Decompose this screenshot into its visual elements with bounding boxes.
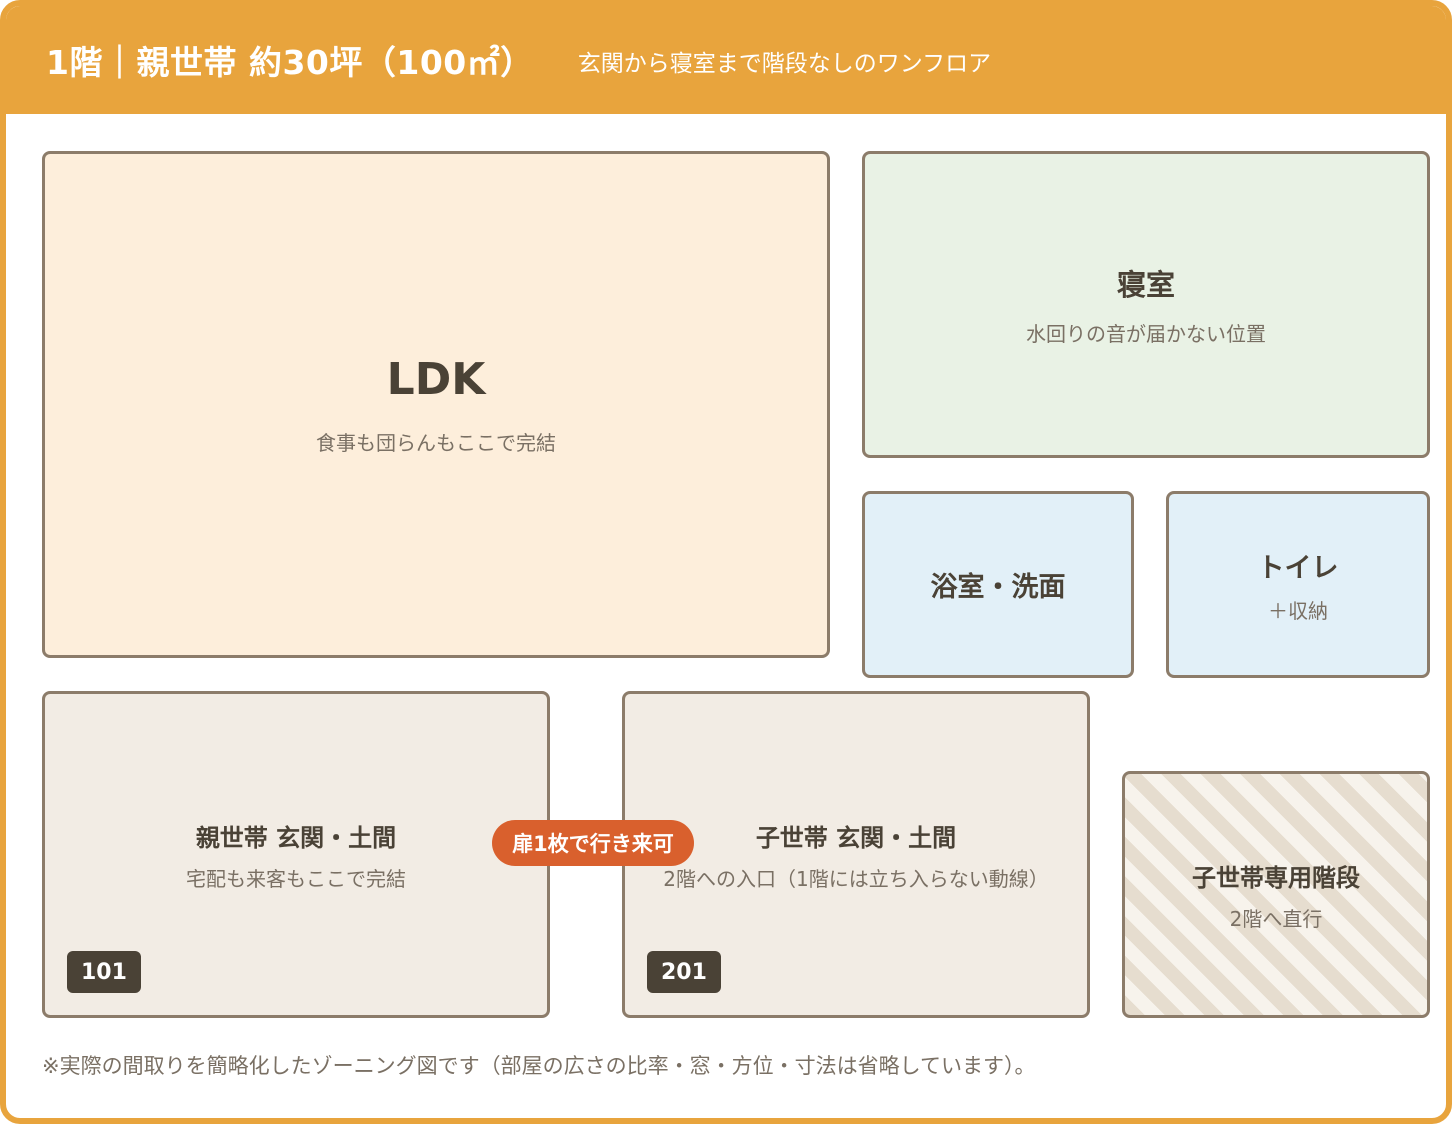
header-bar: 1階｜親世帯 約30坪（100㎡） 玄関から寝室まで階段なしのワンフロア bbox=[6, 6, 1446, 114]
room-bath-name: 浴室・洗面 bbox=[930, 572, 1066, 603]
room-toilet: トイレ ＋収納 bbox=[1166, 491, 1430, 678]
room-child-entry-note: 2階への入口（1階には立ち入らない動線） bbox=[663, 866, 1049, 891]
room-bedroom-name: 寝室 bbox=[1116, 268, 1175, 302]
room-stairs-name: 子世帯専用階段 bbox=[1192, 863, 1360, 892]
room-bath: 浴室・洗面 bbox=[862, 491, 1134, 678]
room-child-entry-name: 子世帯 玄関・土間 bbox=[755, 823, 957, 852]
floor-subtitle: 玄関から寝室まで階段なしのワンフロア bbox=[577, 51, 992, 77]
room-toilet-note: ＋収納 bbox=[1268, 598, 1328, 623]
floor-title: 1階｜親世帯 約30坪（100㎡） bbox=[46, 43, 534, 82]
room-bedroom: 寝室 水回りの音が届かない位置 bbox=[862, 151, 1430, 458]
footnote: ※実際の間取りを簡略化したゾーニング図です（部屋の広さの比率・窓・方位・寸法は省… bbox=[42, 1054, 1036, 1078]
unit-badge-101: 101 bbox=[67, 951, 141, 993]
room-toilet-name: トイレ bbox=[1257, 552, 1339, 584]
room-parent-entry-note: 宅配も来客もここで完結 bbox=[186, 866, 406, 891]
room-parent-entry-name: 親世帯 玄関・土間 bbox=[195, 823, 397, 852]
room-ldk: LDK 食事も団らんもここで完結 bbox=[42, 151, 830, 658]
room-stairs-note: 2階へ直行 bbox=[1229, 906, 1323, 931]
room-child-entry: 子世帯 玄関・土間 2階への入口（1階には立ち入らない動線） 201 bbox=[622, 691, 1090, 1018]
room-ldk-note: 食事も団らんもここで完結 bbox=[316, 430, 556, 455]
room-child-stairs: 子世帯専用階段 2階へ直行 bbox=[1122, 771, 1430, 1018]
door-connection-badge: 扉1枚で行き来可 bbox=[492, 820, 694, 866]
floor-plan-frame: 1階｜親世帯 約30坪（100㎡） 玄関から寝室まで階段なしのワンフロア LDK… bbox=[0, 0, 1452, 1124]
unit-badge-201: 201 bbox=[647, 951, 721, 993]
room-bedroom-note: 水回りの音が届かない位置 bbox=[1026, 322, 1266, 346]
room-parent-entry: 親世帯 玄関・土間 宅配も来客もここで完結 101 bbox=[42, 691, 550, 1018]
room-ldk-name: LDK bbox=[386, 353, 486, 405]
